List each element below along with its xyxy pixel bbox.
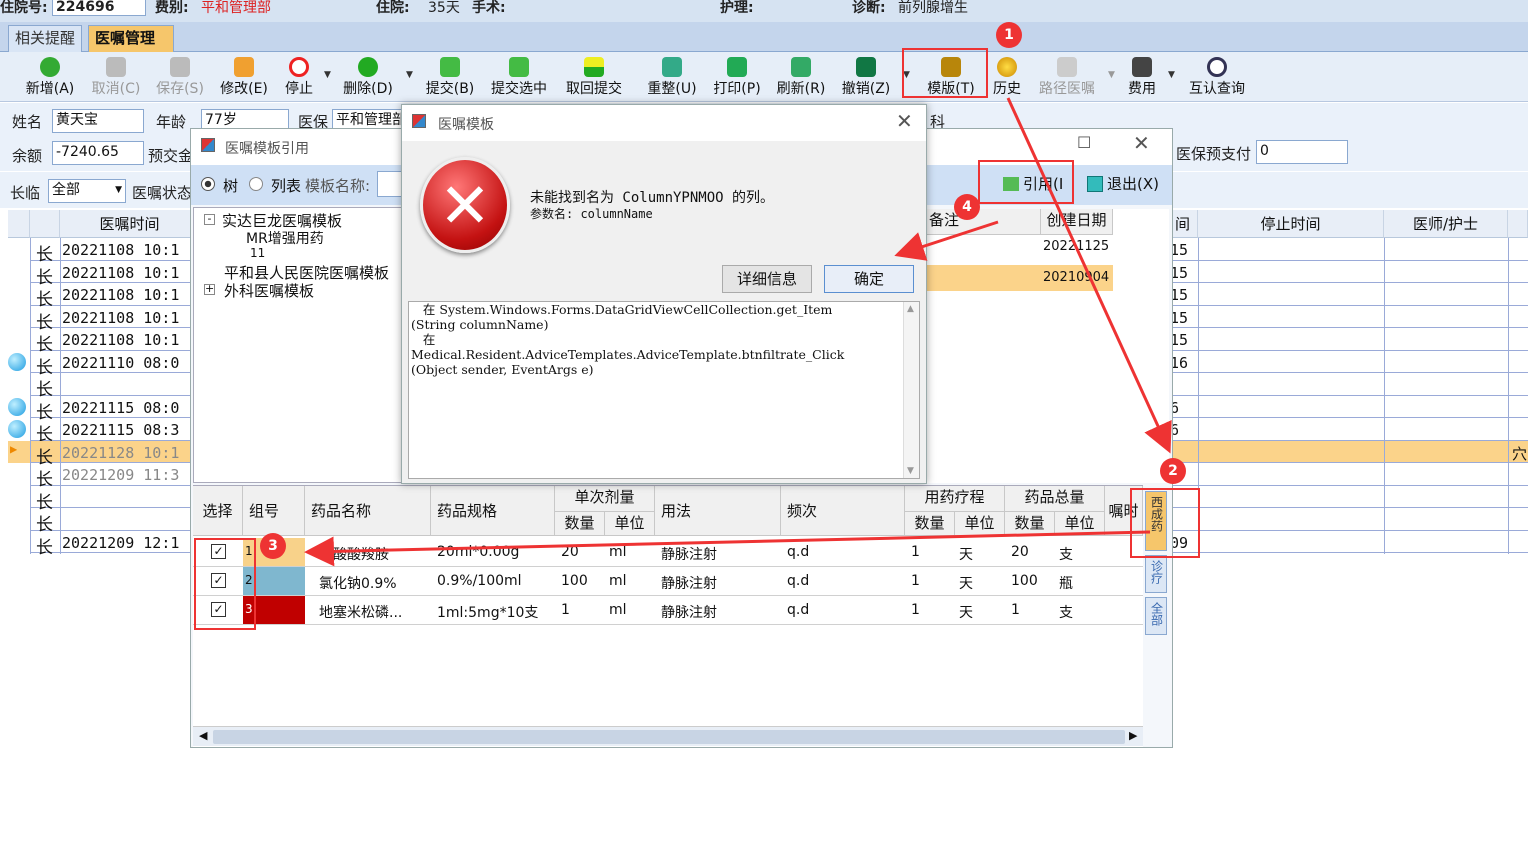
badge-2: 2 [1160,458,1186,484]
annotation-overlay [304,97,1172,567]
arrow-2-to-3 [304,530,1151,567]
arrow-1-to-2 [1006,97,1172,454]
badge-1: 1 [996,22,1022,48]
arrow-4-to-dialog [894,220,999,261]
badge-3: 3 [260,533,286,559]
badge-4: 4 [954,194,980,220]
